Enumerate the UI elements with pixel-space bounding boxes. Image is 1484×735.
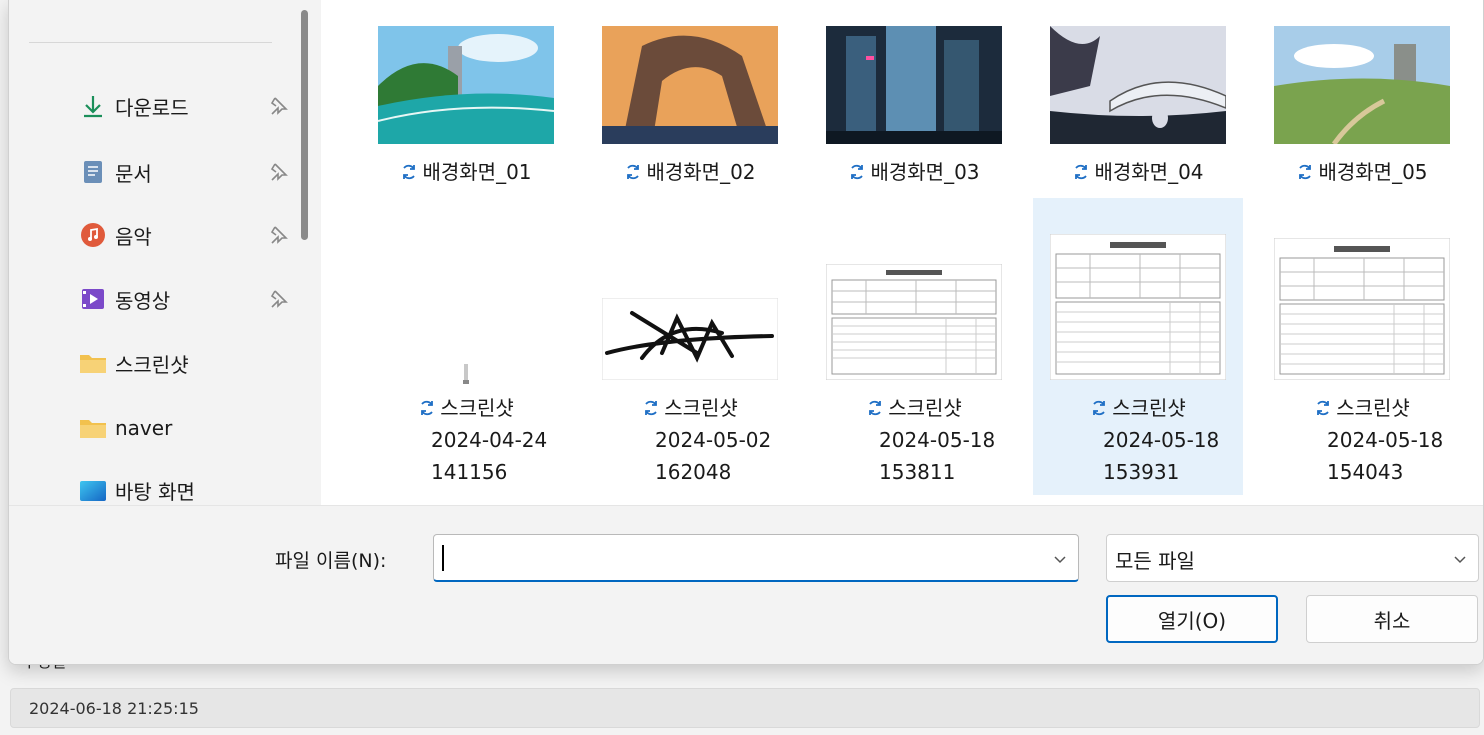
pin-icon[interactable] — [267, 288, 289, 310]
desktop-icon — [79, 476, 107, 504]
pin-icon[interactable] — [267, 161, 289, 183]
sync-icon — [403, 164, 416, 180]
nav-item-videos[interactable]: 동영상 — [79, 279, 289, 319]
nav-item-music[interactable]: 음악 — [79, 215, 289, 255]
filetype-select[interactable]: 모든 파일 — [1106, 534, 1479, 582]
nav-item-label: naver — [115, 416, 173, 440]
nav-item-label: 다운로드 — [115, 95, 189, 120]
file-name: 배경화면_02 — [585, 156, 795, 188]
nav-item-label: 바탕 화면 — [115, 479, 195, 504]
file-item[interactable]: 배경화면_02 — [585, 18, 795, 198]
thumbnail-landscape — [1274, 26, 1450, 144]
nav-item-label: 음악 — [115, 224, 152, 249]
file-name: 스크린샷 2024-05-18 153931 — [1033, 392, 1243, 488]
nav-item-desktop[interactable]: 바탕 화면 — [79, 470, 289, 510]
chevron-down-icon — [1454, 556, 1466, 564]
pin-icon[interactable] — [267, 95, 289, 117]
filename-label: 파일 이름(N): — [275, 550, 387, 572]
sync-icon — [1093, 400, 1106, 416]
thumbnail-form — [1274, 238, 1450, 380]
file-item[interactable]: 배경화면_03 — [809, 18, 1019, 198]
file-item[interactable]: 배경화면_04 — [1033, 18, 1243, 198]
file-item[interactable]: 배경화면_05 — [1257, 18, 1467, 198]
thumbnail-landscape — [378, 26, 554, 144]
navigation-pane: 다운로드 문서 음악 동영상 스크린샷 naver 바탕 화면 — [9, 0, 321, 505]
file-item[interactable]: 스크린샷 2024-05-18 153811 — [809, 198, 1019, 495]
folder-icon — [79, 349, 107, 377]
music-icon — [79, 221, 107, 249]
nav-item-downloads[interactable]: 다운로드 — [79, 86, 289, 126]
nav-item-label: 동영상 — [115, 288, 171, 313]
file-name: 배경화면_03 — [809, 156, 1019, 188]
sync-icon — [851, 164, 864, 180]
file-item[interactable]: 스크린샷 2024-05-18 154043 — [1257, 198, 1467, 495]
nav-item-label: 스크린샷 — [115, 352, 189, 377]
sync-icon — [1299, 164, 1312, 180]
modified-date-field[interactable]: 2024-06-18 21:25:15 — [10, 688, 1480, 728]
file-name: 스크린샷 2024-05-18 154043 — [1257, 392, 1467, 488]
thumbnail-landscape — [602, 26, 778, 144]
nav-divider — [29, 42, 272, 43]
file-item[interactable]: 배경화면_01 — [361, 18, 571, 198]
filetype-value: 모든 파일 — [1115, 549, 1195, 573]
thumbnail-signature — [602, 298, 778, 380]
cancel-button[interactable]: 취소 — [1306, 595, 1478, 643]
download-icon — [79, 92, 107, 120]
pin-icon[interactable] — [267, 224, 289, 246]
file-item[interactable]: 스크린샷 2024-05-02 162048 — [585, 198, 795, 495]
sync-icon — [421, 400, 434, 416]
file-list: 배경화면_01 배경화면_02 배경화면_03 배경화면_04 배경화면_05 … — [321, 0, 1483, 505]
text-caret — [442, 545, 444, 571]
document-icon — [79, 158, 107, 186]
file-open-dialog: 다운로드 문서 음악 동영상 스크린샷 naver 바탕 화면 배경화면_01 … — [8, 0, 1484, 665]
folder-icon — [79, 414, 107, 442]
sync-icon — [1317, 400, 1330, 416]
sync-icon — [1075, 164, 1088, 180]
file-name: 스크린샷 2024-04-24 141156 — [361, 392, 571, 488]
file-item-selected[interactable]: 스크린샷 2024-05-18 153931 — [1033, 198, 1243, 495]
file-name: 배경화면_01 — [361, 156, 571, 188]
sync-icon — [869, 400, 882, 416]
nav-item-naver[interactable]: naver — [79, 408, 289, 448]
thumbnail-form — [826, 264, 1002, 380]
dialog-footer: 파일 이름(N): 모든 파일 열기(O) 취소 — [9, 505, 1483, 664]
sync-icon — [645, 400, 658, 416]
chevron-down-icon[interactable] — [1052, 551, 1068, 567]
filename-input[interactable] — [433, 534, 1079, 582]
nav-item-label: 문서 — [115, 161, 152, 186]
thumbnail-blank — [463, 364, 469, 384]
nav-scrollbar-thumb[interactable] — [301, 10, 308, 240]
thumbnail-form — [1050, 234, 1226, 380]
nav-item-screenshots[interactable]: 스크린샷 — [79, 343, 289, 383]
open-button[interactable]: 열기(O) — [1106, 595, 1278, 643]
file-item[interactable]: 스크린샷 2024-04-24 141156 — [361, 198, 571, 495]
nav-item-documents[interactable]: 문서 — [79, 152, 289, 192]
video-icon — [79, 285, 107, 313]
thumbnail-landscape — [826, 26, 1002, 144]
file-name: 배경화면_04 — [1033, 156, 1243, 188]
thumbnail-landscape — [1050, 26, 1226, 144]
sync-icon — [627, 164, 640, 180]
file-name: 스크린샷 2024-05-18 153811 — [809, 392, 1019, 488]
file-name: 배경화면_05 — [1257, 156, 1467, 188]
file-name: 스크린샷 2024-05-02 162048 — [585, 392, 795, 488]
